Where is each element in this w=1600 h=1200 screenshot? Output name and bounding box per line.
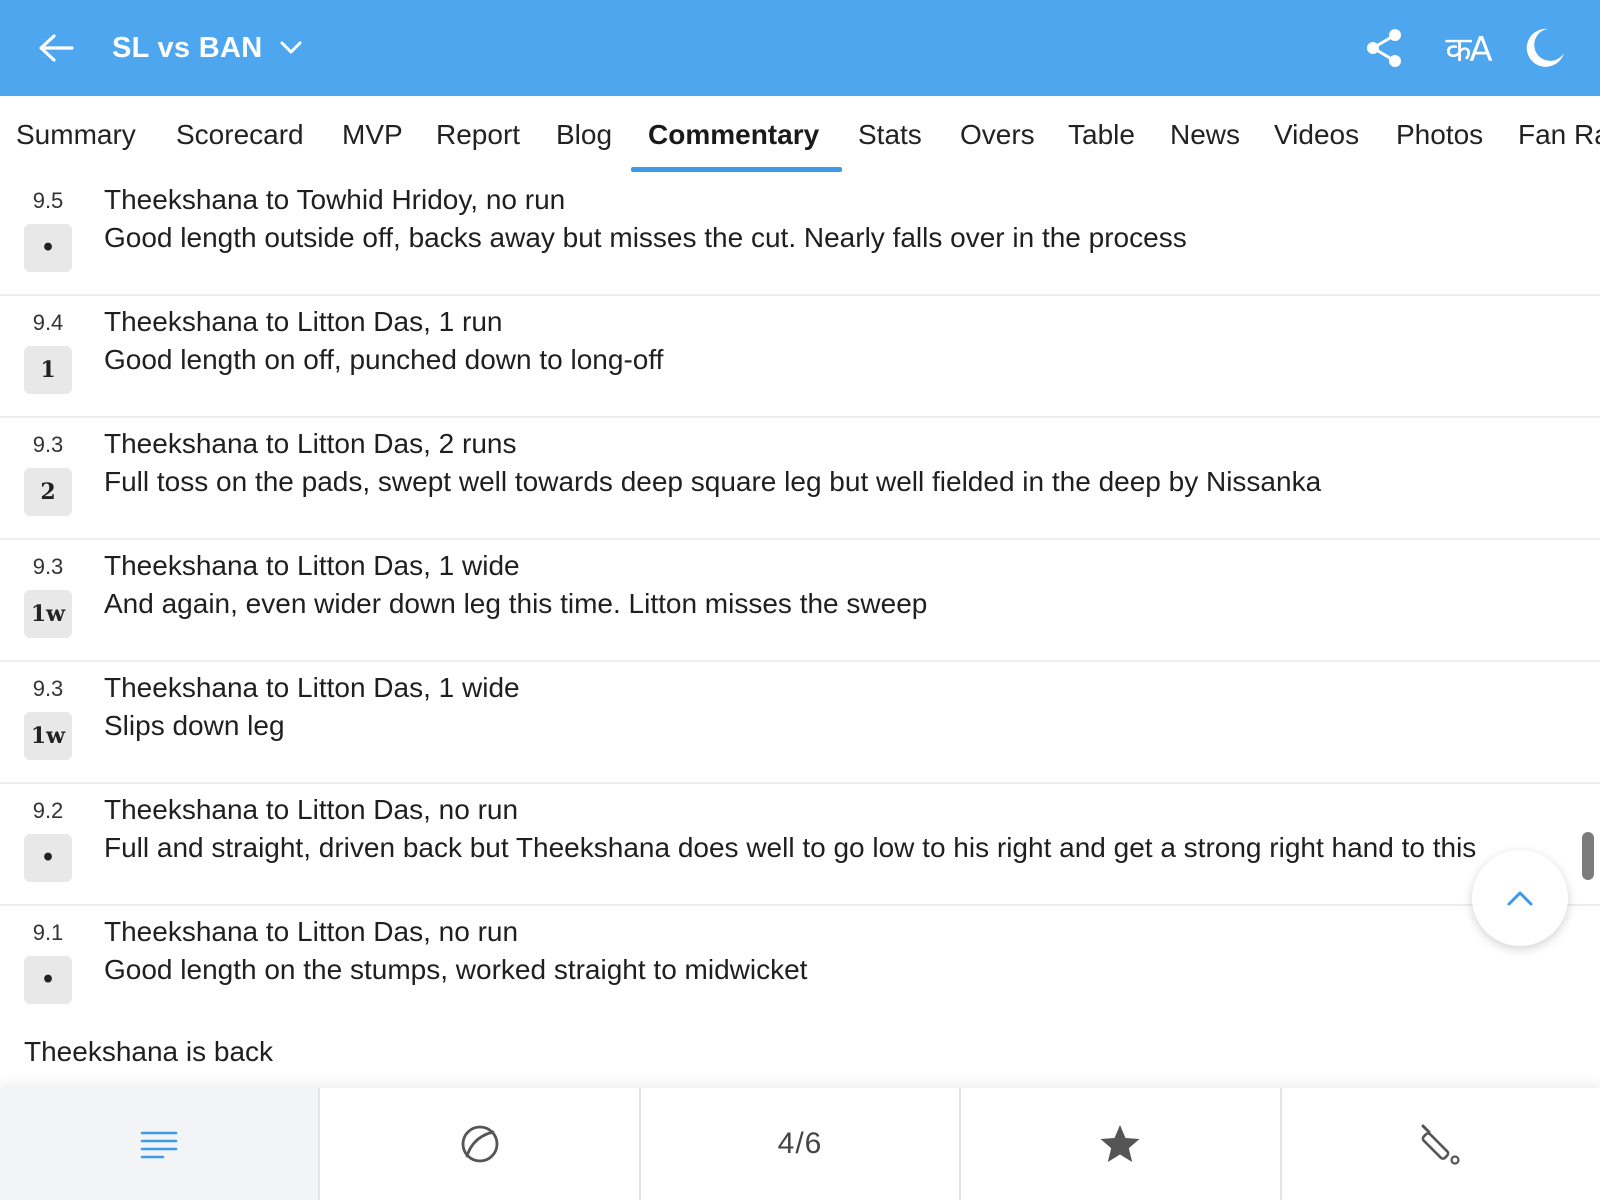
tab-photos[interactable]: Photos xyxy=(1396,96,1483,174)
ball-title: Theekshana to Towhid Hridoy, no run xyxy=(104,184,566,215)
arrow-left-icon xyxy=(39,34,74,62)
moon-icon xyxy=(1526,28,1564,67)
active-tab-indicator xyxy=(631,167,842,172)
tab-report[interactable]: Report xyxy=(436,96,520,174)
tab-stats[interactable]: Stats xyxy=(858,96,922,174)
ball-title: Theekshana to Litton Das, 1 run xyxy=(104,306,503,337)
tab-mvp[interactable]: MVP xyxy=(342,96,403,174)
ball-title: Theekshana to Litton Das, 1 wide xyxy=(104,550,520,581)
ball-description: Slips down leg xyxy=(104,710,285,741)
over-number: 9.1 xyxy=(32,920,64,945)
commentary-item: 9.3 1w Theekshana to Litton Das, 1 wide … xyxy=(0,662,1600,784)
ball-result-badge: 1w xyxy=(24,590,72,638)
ball-title: Theekshana to Litton Das, 1 wide xyxy=(104,672,520,703)
commentary-item: 9.4 1 Theekshana to Litton Das, 1 run Go… xyxy=(0,296,1600,418)
over-number: 9.3 xyxy=(32,554,64,579)
tab-news[interactable]: News xyxy=(1170,96,1240,174)
ball-description: Good length outside off, backs away but … xyxy=(104,222,1187,253)
tab-commentary[interactable]: Commentary xyxy=(648,96,819,174)
match-title: SL vs BAN xyxy=(112,31,263,64)
over-number: 9.2 xyxy=(32,798,64,823)
ball-result-badge: • xyxy=(24,834,72,882)
ball-icon xyxy=(461,1125,499,1163)
bat-icon xyxy=(1421,1124,1460,1165)
scrollbar-thumb[interactable] xyxy=(1582,832,1594,880)
tab-table[interactable]: Table xyxy=(1068,96,1135,174)
ball-title: Theekshana to Litton Das, no run xyxy=(104,916,519,947)
back-button[interactable] xyxy=(36,26,76,70)
commentary-feed[interactable]: 9.5 • Theekshana to Towhid Hridoy, no ru… xyxy=(0,174,1600,1088)
share-button[interactable] xyxy=(1360,24,1408,72)
over-number: 9.4 xyxy=(32,310,64,335)
ball-description: Good length on off, punched down to long… xyxy=(104,344,664,375)
tab-overs[interactable]: Overs xyxy=(960,96,1035,174)
bottom-toolbar: 4/6 xyxy=(0,1088,1600,1200)
language-button[interactable]: कA xyxy=(1438,24,1498,72)
tab-fan-ratings[interactable]: Fan Ra xyxy=(1518,96,1600,174)
star-icon xyxy=(1100,1125,1140,1162)
commentary-item: 9.3 1w Theekshana to Litton Das, 1 wide … xyxy=(0,540,1600,662)
ball-result-badge: • xyxy=(24,224,72,272)
match-selector[interactable]: SL vs BAN xyxy=(112,28,302,68)
batting-filter-button[interactable] xyxy=(1282,1088,1600,1200)
commentary-view-button[interactable] xyxy=(0,1088,321,1200)
over-number: 9.5 xyxy=(32,188,64,213)
commentary-item: 9.3 2 Theekshana to Litton Das, 2 runs F… xyxy=(0,418,1600,540)
chevron-down-icon xyxy=(280,41,302,54)
tab-blog[interactable]: Blog xyxy=(556,96,612,174)
over-number: 9.3 xyxy=(32,432,64,457)
scroll-to-top-button[interactable] xyxy=(1472,850,1568,946)
commentary-item: 9.1 • Theekshana to Litton Das, no run G… xyxy=(0,906,1600,1028)
ball-description: Good length on the stumps, worked straig… xyxy=(104,954,808,985)
tab-bar: Summary Scorecard MVP Report Blog Commen… xyxy=(0,96,1600,174)
ball-result-badge: 2 xyxy=(24,468,72,516)
ball-title: Theekshana to Litton Das, 2 runs xyxy=(104,428,517,459)
ball-result-badge: • xyxy=(24,956,72,1004)
commentary-item: 9.2 • Theekshana to Litton Das, no run F… xyxy=(0,784,1600,906)
app-header: SL vs BAN कA xyxy=(0,0,1600,96)
ball-description: Full and straight, driven back but Theek… xyxy=(104,832,1477,863)
tab-scorecard[interactable]: Scorecard xyxy=(176,96,304,174)
tab-summary[interactable]: Summary xyxy=(16,96,136,174)
language-label: कA xyxy=(1445,30,1492,70)
over-number: 9.3 xyxy=(32,676,64,701)
ball-result-badge: 1w xyxy=(24,712,72,760)
innings-pager[interactable]: 4/6 xyxy=(641,1088,962,1200)
share-icon xyxy=(1367,29,1401,67)
commentary-item: 9.5 • Theekshana to Towhid Hridoy, no ru… xyxy=(0,174,1600,296)
ball-result-badge: 1 xyxy=(24,346,72,394)
highlights-button[interactable] xyxy=(961,1088,1282,1200)
list-icon xyxy=(140,1131,178,1159)
dark-mode-button[interactable] xyxy=(1520,24,1568,72)
ball-filter-button[interactable] xyxy=(320,1088,641,1200)
commentary-note: Theekshana is back xyxy=(24,1036,274,1067)
ball-description: Full toss on the pads, swept well toward… xyxy=(104,466,1322,497)
pager-text: 4/6 xyxy=(777,1127,823,1160)
tab-videos[interactable]: Videos xyxy=(1274,96,1359,174)
chevron-up-icon xyxy=(1507,891,1533,906)
ball-description: And again, even wider down leg this time… xyxy=(104,588,928,619)
ball-title: Theekshana to Litton Das, no run xyxy=(104,794,519,825)
